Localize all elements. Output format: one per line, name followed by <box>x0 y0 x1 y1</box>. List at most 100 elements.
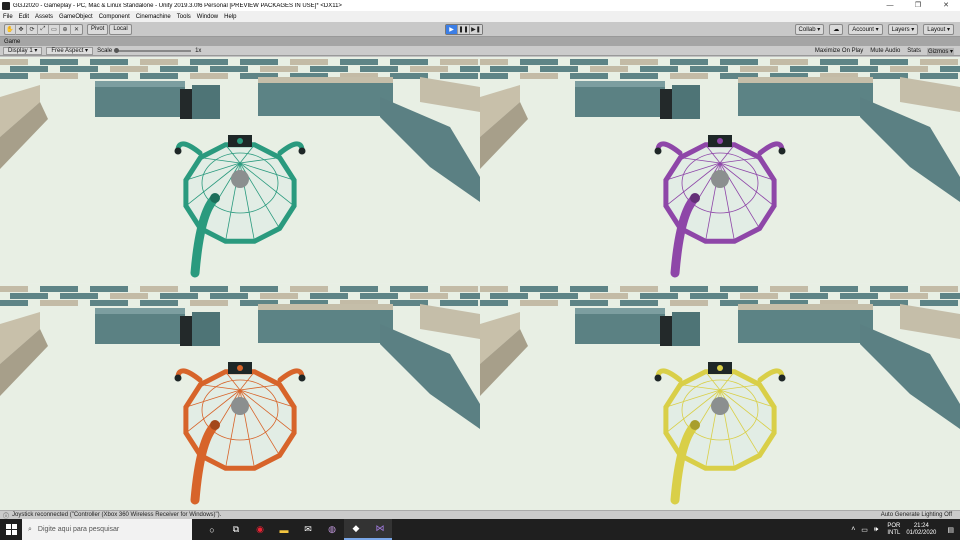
menu-edit[interactable]: Edit <box>19 14 29 20</box>
robot-tube-joint <box>690 193 700 203</box>
maze-wall <box>740 66 778 72</box>
maze-wall <box>240 59 278 65</box>
maze-wall <box>520 286 558 292</box>
rotate-tool-icon[interactable]: ⟳ <box>27 24 38 35</box>
maze-wall-shadow <box>660 89 672 119</box>
maze-wall <box>140 73 178 79</box>
aspect-dropdown[interactable]: Free Aspect ▾ <box>46 46 94 55</box>
maximize-button[interactable]: ❐ <box>904 0 932 11</box>
maze-wall <box>0 59 28 65</box>
menu-gameobject[interactable]: GameObject <box>59 14 93 20</box>
maze-wall-top <box>95 308 185 314</box>
task-view-icon[interactable]: ⧉ <box>224 519 248 540</box>
cortana-icon[interactable]: ○ <box>200 519 224 540</box>
network-icon[interactable]: ▭ <box>861 526 868 534</box>
minimize-button[interactable]: — <box>876 0 904 11</box>
menu-file[interactable]: File <box>3 14 13 20</box>
maze-wall <box>40 300 78 306</box>
maze-wall <box>670 73 708 79</box>
move-tool-icon[interactable]: ✥ <box>16 24 27 35</box>
robot-core-ball <box>231 397 249 415</box>
close-button[interactable]: ✕ <box>932 0 960 11</box>
step-button[interactable]: ▶❚ <box>470 25 482 34</box>
opera-icon[interactable]: ◉ <box>248 519 272 540</box>
maze-wall <box>670 300 708 306</box>
file-explorer-icon[interactable]: ▬ <box>272 519 296 540</box>
mute-audio-toggle[interactable]: Mute Audio <box>869 48 901 54</box>
maze-wall <box>480 59 508 65</box>
menu-component[interactable]: Component <box>99 14 130 20</box>
windows-start-icon[interactable] <box>0 519 22 540</box>
rect-tool-icon[interactable]: ▭ <box>49 24 60 35</box>
scale-tool-icon[interactable]: ⤢ <box>38 24 49 35</box>
search-icon: ⌕ <box>28 525 32 533</box>
maze-wall <box>720 286 758 292</box>
maze-wall <box>140 286 178 292</box>
robot-left-claw <box>174 147 182 155</box>
maze-scene <box>480 57 960 283</box>
robot-left-claw <box>654 147 662 155</box>
maze-wall <box>360 293 398 299</box>
taskbar-search-input[interactable]: ⌕ Digite aqui para pesquisar <box>22 519 192 540</box>
maze-wall <box>640 66 678 72</box>
notifications-icon[interactable]: ▤ <box>947 526 954 534</box>
maze-wall-shadow <box>660 316 672 346</box>
scale-slider[interactable] <box>114 47 192 53</box>
maze-wall <box>920 73 958 79</box>
maze-wall <box>920 59 958 65</box>
robot-head-light <box>237 365 243 371</box>
volume-icon[interactable]: 🕪 <box>874 526 878 534</box>
maze-wall <box>10 66 48 72</box>
status-message[interactable]: Joystick reconnected ("Controller (Xbox … <box>12 512 221 518</box>
language-indicator[interactable]: POR INTL <box>887 523 900 537</box>
game-viewport[interactable] <box>0 57 960 510</box>
pause-button[interactable]: ❚❚ <box>458 25 470 34</box>
maze-wall <box>590 293 628 299</box>
unity-app-icon[interactable]: ◆ <box>344 519 368 540</box>
pivot-toggle[interactable]: Pivot <box>87 23 109 35</box>
keyboard-layout: INTL <box>887 529 901 536</box>
taskbar-clock[interactable]: 21:24 01/02/2020 <box>906 523 936 537</box>
maze-wall <box>570 286 608 292</box>
maze-wall <box>920 300 958 306</box>
maze-wall <box>738 82 873 116</box>
media-app-icon[interactable]: ◍ <box>320 519 344 540</box>
chevron-up-icon[interactable]: ˄ <box>851 526 855 533</box>
collab-dropdown[interactable]: Collab ▾ <box>794 24 825 35</box>
menu-window[interactable]: Window <box>197 14 218 20</box>
cloud-icon[interactable]: ☁ <box>829 24 844 35</box>
playback-controls: ▶ ❚❚ ▶❚ <box>445 24 483 35</box>
game-tab[interactable]: Game <box>4 39 20 45</box>
slider-handle[interactable] <box>114 47 120 53</box>
transform-tool-icon[interactable]: ⊕ <box>60 24 71 35</box>
maze-wall <box>620 300 658 306</box>
maze-wall <box>490 66 528 72</box>
robot-core-ball <box>231 170 249 188</box>
maze-wall <box>340 286 378 292</box>
maze-wall <box>390 286 428 292</box>
maze-wall <box>490 293 528 299</box>
hand-tool-icon[interactable]: ✋ <box>5 24 16 35</box>
menu-cinemachine[interactable]: Cinemachine <box>136 14 171 20</box>
scale-label: Scale <box>97 47 113 54</box>
status-bar: ⓘ Joystick reconnected ("Controller (Xbo… <box>0 510 960 520</box>
maze-wall <box>258 309 393 343</box>
visual-studio-icon[interactable]: ⋈ <box>368 519 392 540</box>
menu-assets[interactable]: Assets <box>35 14 53 20</box>
game-view-controls: Display 1 ▾ Free Aspect ▾ Scale 1x Maxim… <box>0 46 960 56</box>
mail-icon[interactable]: ✉ <box>296 519 320 540</box>
layers-dropdown[interactable]: Layers ▾ <box>887 24 919 35</box>
account-dropdown[interactable]: Account ▾ <box>848 24 883 35</box>
display-dropdown[interactable]: Display 1 ▾ <box>3 46 43 55</box>
menu-help[interactable]: Help <box>224 14 236 20</box>
custom-tool-icon[interactable]: ✕ <box>71 25 82 35</box>
maximize-on-play-toggle[interactable]: Maximize On Play <box>814 48 864 54</box>
play-button[interactable]: ▶ <box>446 25 458 34</box>
gizmos-dropdown[interactable]: Gizmos ▾ <box>926 47 954 55</box>
layout-dropdown[interactable]: Layout ▾ <box>923 24 954 35</box>
maze-wall <box>192 312 220 346</box>
menu-tools[interactable]: Tools <box>177 14 191 20</box>
stats-toggle[interactable]: Stats <box>906 48 922 54</box>
local-toggle[interactable]: Local <box>109 23 132 35</box>
system-tray: ˄ ▭ 🕪 POR INTL 21:24 01/02/2020 ▤ <box>848 519 960 540</box>
